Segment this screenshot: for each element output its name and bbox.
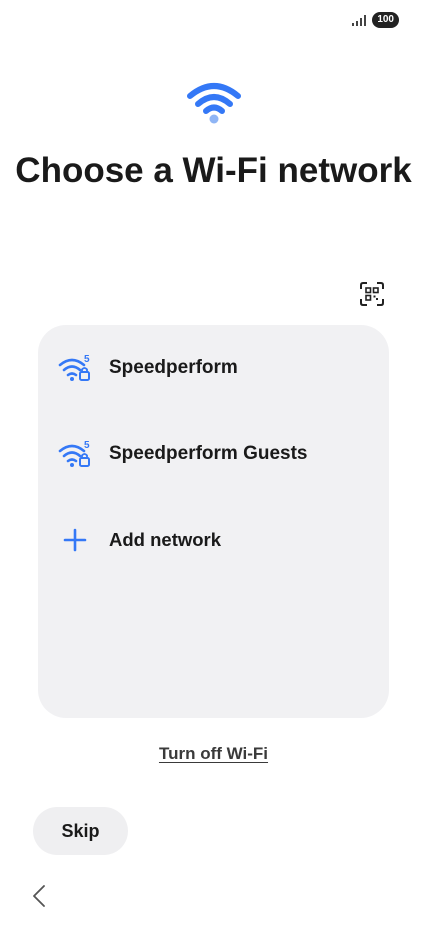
network-name: Speedperform Guests (109, 443, 308, 464)
qr-scan-button[interactable] (356, 280, 388, 312)
wifi-5ghz-locked-icon: 5 (58, 438, 94, 470)
add-network-label: Add network (109, 529, 222, 550)
wifi-5ghz-locked-icon: 5 (58, 352, 94, 384)
svg-text:5: 5 (84, 354, 90, 365)
turn-off-wifi-link[interactable]: Turn off Wi-Fi (0, 744, 427, 764)
network-list-card: 5 Speedperform 5 Speedperform Guests Add… (38, 325, 389, 718)
svg-text:5: 5 (84, 440, 90, 451)
add-network-button[interactable]: Add network (38, 512, 389, 568)
qr-code-scan-icon (359, 281, 385, 312)
network-item-speedperform-guests[interactable]: 5 Speedperform Guests (38, 426, 389, 482)
network-name: Speedperform (109, 357, 238, 378)
plus-icon (58, 524, 94, 556)
chevron-left-icon (32, 884, 46, 913)
skip-button[interactable]: Skip (33, 807, 128, 855)
signal-bars-icon (352, 14, 367, 26)
wifi-icon (187, 80, 241, 124)
back-button[interactable] (26, 882, 52, 914)
battery-level-badge: 100 (372, 12, 399, 28)
status-bar: 100 (352, 12, 399, 28)
network-item-speedperform[interactable]: 5 Speedperform (38, 340, 389, 396)
wifi-setup-screen: 100 Choose a Wi-Fi network 5 Speedperfor… (0, 0, 427, 926)
page-title: Choose a Wi-Fi network (15, 151, 412, 190)
